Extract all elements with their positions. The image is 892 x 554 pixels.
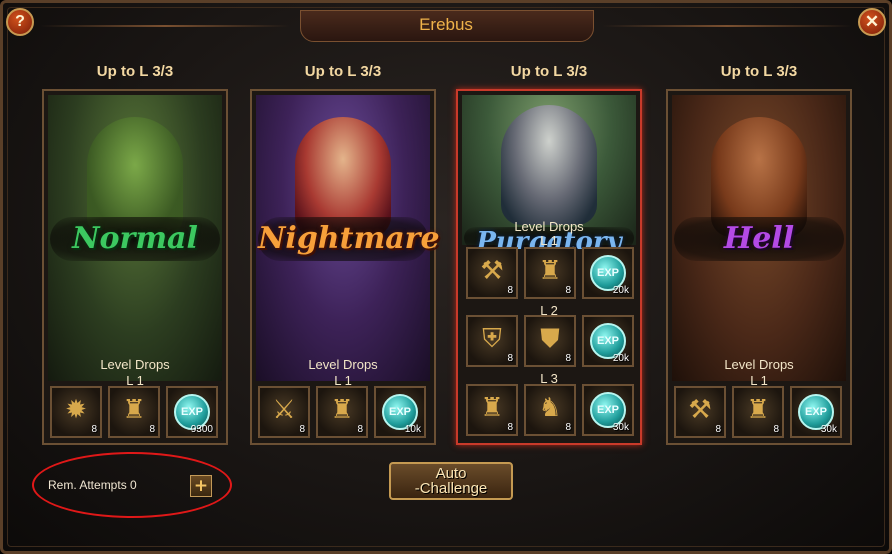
drop-qty: 8 [299, 424, 305, 435]
drop-slot[interactable]: ⛊ 8 [524, 315, 576, 367]
drop-qty: 8 [507, 422, 513, 433]
drop-slot[interactable]: EXP 30k [790, 386, 842, 438]
drop-qty: 8 [507, 353, 513, 364]
mode-title-normal: Normal [50, 217, 220, 261]
help-button[interactable]: ? [6, 8, 34, 36]
annotation-circle [32, 452, 232, 518]
difficulty-card-purgatory[interactable]: Purgatory Level Drops L 1 ⚒ 8 ♜ 8 EXP 20… [456, 89, 642, 445]
drop-qty: 8 [565, 285, 571, 296]
level-drops-label: Level Drops [724, 357, 794, 372]
level-label-l1: L 1 [540, 233, 558, 248]
drop-qty: 30k [820, 424, 837, 435]
difficulty-card-normal[interactable]: Normal Level Drops L 1 ✹ 8 ♜ 8 EXP 9300 [42, 89, 228, 445]
drop-slot[interactable]: ♞ 8 [524, 384, 576, 436]
drop-qty: 20k [612, 353, 629, 364]
drop-slot[interactable]: ♜ 8 [316, 386, 368, 438]
drop-slot[interactable]: EXP 10k [374, 386, 426, 438]
mode-title-nightmare: Nightmare [258, 217, 440, 261]
drop-slot[interactable]: ♜ 8 [732, 386, 784, 438]
auto-challenge-button[interactable]: Auto -Challenge [389, 462, 513, 500]
close-icon: ✕ [864, 12, 880, 31]
difficulty-card-nightmare[interactable]: Nightmare Level Drops L 1 ⚔ 8 ♜ 8 EXP 10… [250, 89, 440, 445]
drop-slot[interactable]: EXP 20k [582, 315, 634, 367]
card-purgatory-header: Up to L 3/3 [510, 63, 588, 80]
drop-slot[interactable]: ⚔ 8 [258, 386, 310, 438]
drop-qty: 30k [612, 422, 629, 433]
drop-qty: 20k [612, 285, 629, 296]
drop-slot[interactable]: ♜ 8 [108, 386, 160, 438]
drop-slot[interactable]: ✹ 8 [50, 386, 102, 438]
drop-slot[interactable]: ⚒ 8 [466, 247, 518, 299]
drop-slot[interactable]: ⛨ 8 [466, 315, 518, 367]
level-drops-label: Level Drops [514, 219, 584, 234]
drop-qty: 8 [357, 424, 363, 435]
drop-slot[interactable]: EXP 9300 [166, 386, 218, 438]
window-title: Erebus [419, 15, 473, 34]
drop-slot[interactable]: EXP 30k [582, 384, 634, 436]
close-button[interactable]: ✕ [858, 8, 886, 36]
drop-qty: 8 [715, 424, 721, 435]
drop-qty: 9300 [190, 424, 213, 435]
drop-slot[interactable]: EXP 20k [582, 247, 634, 299]
mode-title-hell: Hell [674, 217, 844, 261]
card-nightmare-header: Up to L 3/3 [304, 63, 382, 80]
drop-slot[interactable]: ⚒ 8 [674, 386, 726, 438]
drop-qty: 8 [149, 424, 155, 435]
difficulty-card-hell[interactable]: Hell Level Drops L 1 ⚒ 8 ♜ 8 EXP 30k [666, 89, 852, 445]
drop-slot[interactable]: ♜ 8 [466, 384, 518, 436]
knight-portrait [501, 105, 597, 225]
drop-qty: 8 [565, 422, 571, 433]
card-normal-header: Up to L 3/3 [96, 63, 174, 80]
drop-slot[interactable]: ♜ 8 [524, 247, 576, 299]
auto-challenge-label-line1: Auto [435, 465, 467, 482]
auto-challenge-label-line2: -Challenge [414, 480, 488, 497]
level-drops-label: Level Drops [100, 357, 170, 372]
card-hell-header: Up to L 3/3 [720, 63, 798, 80]
drop-qty: 8 [773, 424, 779, 435]
help-icon: ? [15, 13, 25, 30]
level-drops-label: Level Drops [308, 357, 378, 372]
drop-qty: 8 [565, 353, 571, 364]
drop-qty: 10k [404, 424, 421, 435]
drop-qty: 8 [507, 285, 513, 296]
drop-qty: 8 [91, 424, 97, 435]
